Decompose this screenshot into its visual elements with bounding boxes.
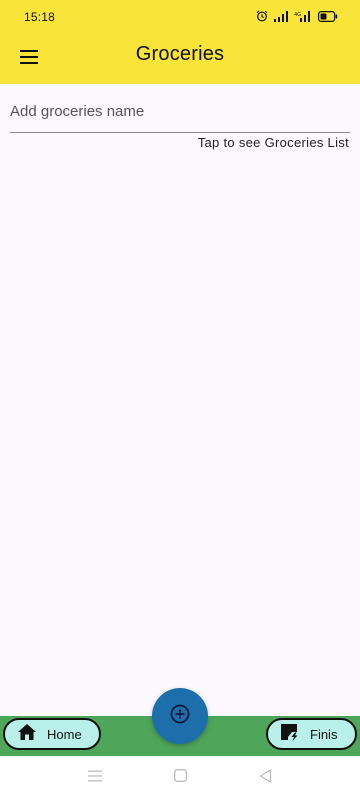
back-button[interactable] (255, 768, 275, 788)
add-circle-icon (169, 703, 191, 730)
recents-button[interactable] (85, 768, 105, 788)
status-bar: 15:18 4G (0, 0, 360, 34)
status-time: 15:18 (24, 10, 56, 24)
status-icons: 4G (256, 9, 338, 27)
system-nav-bar (0, 756, 360, 800)
finish-button[interactable]: Finis (266, 718, 357, 750)
alarm-icon (256, 9, 268, 27)
see-groceries-list-link[interactable]: Tap to see Groceries List (198, 135, 349, 150)
battery-icon (318, 9, 338, 27)
back-triangle-icon (259, 768, 272, 788)
grocery-name-input[interactable] (10, 98, 350, 124)
page-title: Groceries (135, 43, 225, 65)
signal-4g-icon: 4G (294, 9, 312, 27)
finish-button-label: Finis (310, 726, 338, 742)
recents-icon (88, 769, 102, 787)
home-button[interactable]: Home (3, 718, 101, 750)
svg-text:4G: 4G (294, 12, 301, 18)
add-item-fab[interactable] (152, 688, 208, 744)
home-square-icon (173, 769, 187, 787)
grocery-input-field (10, 96, 350, 133)
signal-icon (274, 9, 288, 27)
app-bar: Groceries (0, 34, 360, 84)
nav-home-button[interactable] (170, 768, 190, 788)
finish-icon (280, 723, 300, 746)
home-icon (17, 723, 37, 746)
home-button-label: Home (47, 726, 82, 742)
